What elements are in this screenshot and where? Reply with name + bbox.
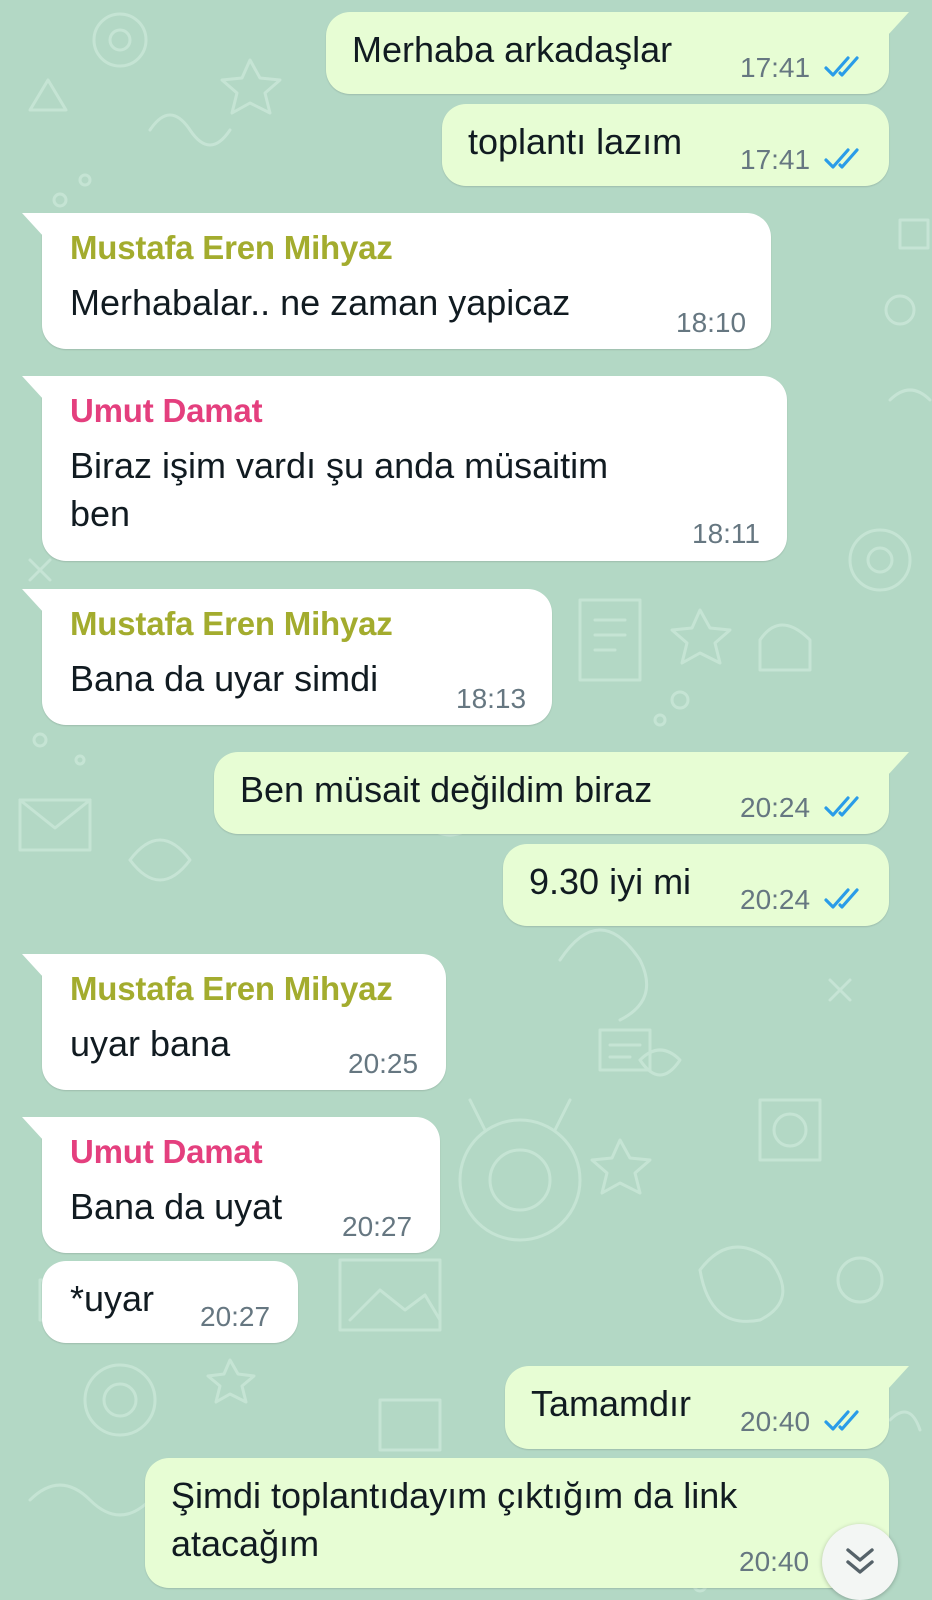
incoming-message[interactable]: *uyar 20:27 (42, 1261, 298, 1343)
message-time: 20:40 (739, 1546, 810, 1577)
outgoing-message[interactable]: toplantı lazım 17:41 (442, 104, 889, 186)
message-time: 20:24 (740, 884, 811, 915)
incoming-message[interactable]: Umut Damat Bana da uyat 20:27 (22, 1117, 440, 1253)
bubble-tail (22, 954, 44, 978)
message-text: 9.30 iyi mi (529, 861, 692, 902)
message-text: Bana da uyat (70, 1186, 283, 1227)
outgoing-message[interactable]: Tamamdır 20:40 (505, 1366, 909, 1449)
message-time: 18:11 (692, 518, 760, 549)
message-text: Tamamdır (531, 1383, 692, 1424)
incoming-message[interactable]: Mustafa Eren Mihyaz Merhabalar.. ne zama… (22, 213, 771, 349)
sender-name[interactable]: Mustafa Eren Mihyaz (70, 605, 393, 643)
read-receipt-icon (824, 148, 859, 169)
message-text: Biraz işim vardı şu anda müsaitim ben (70, 445, 609, 534)
message-text: uyar bana (70, 1023, 231, 1064)
scroll-to-bottom-button[interactable] (822, 1524, 898, 1600)
message-text: Şimdi toplantıdayım çıktığım da link ata… (171, 1475, 738, 1564)
bubble-tail (887, 1366, 909, 1390)
message-text: *uyar (70, 1278, 155, 1319)
message-text: Ben müsait değildim biraz (240, 769, 653, 810)
incoming-message[interactable]: Umut Damat Biraz işim vardı şu anda müsa… (22, 376, 787, 561)
bubble-tail (22, 1117, 44, 1141)
message-text: Merhaba arkadaşlar (352, 29, 673, 70)
outgoing-message[interactable]: 9.30 iyi mi 20:24 (503, 844, 889, 926)
message-text: Merhabalar.. ne zaman yapicaz (70, 282, 571, 323)
message-time: 17:41 (740, 144, 811, 175)
incoming-message[interactable]: Mustafa Eren Mihyaz Bana da uyar simdi 1… (22, 589, 552, 725)
sender-name[interactable]: Mustafa Eren Mihyaz (70, 229, 393, 267)
message-time: 17:41 (740, 52, 811, 83)
sender-name[interactable]: Mustafa Eren Mihyaz (70, 970, 393, 1008)
read-receipt-icon (824, 1410, 859, 1431)
bubble-tail (22, 376, 44, 400)
bubble-tail (887, 752, 909, 776)
read-receipt-icon (824, 796, 859, 817)
sender-name[interactable]: Umut Damat (70, 392, 263, 430)
outgoing-message[interactable]: Ben müsait değildim biraz 20:24 (214, 752, 909, 834)
message-time: 20:27 (342, 1211, 413, 1242)
outgoing-message[interactable]: Şimdi toplantıdayım çıktığım da link ata… (145, 1458, 889, 1588)
message-text: toplantı lazım (468, 121, 683, 162)
message-time: 20:25 (348, 1048, 419, 1079)
chevron-double-down-icon (846, 1548, 874, 1574)
incoming-message[interactable]: Mustafa Eren Mihyaz uyar bana 20:25 (22, 954, 446, 1090)
message-time: 20:40 (740, 1406, 811, 1437)
bubble-tail (887, 12, 909, 36)
message-text: Bana da uyar simdi (70, 658, 379, 699)
message-time: 18:13 (456, 683, 527, 714)
message-time: 20:27 (200, 1301, 271, 1332)
message-time: 18:10 (676, 307, 747, 338)
outgoing-message[interactable]: Merhaba arkadaşlar 17:41 (326, 12, 909, 94)
bubble-tail (22, 589, 44, 613)
read-receipt-icon (824, 888, 859, 909)
message-time: 20:24 (740, 792, 811, 823)
sender-name[interactable]: Umut Damat (70, 1133, 263, 1171)
read-receipt-icon (824, 56, 859, 77)
bubble-tail (22, 213, 44, 237)
message-list[interactable]: Merhaba arkadaşlar 17:41 toplantı lazım … (0, 0, 932, 1600)
